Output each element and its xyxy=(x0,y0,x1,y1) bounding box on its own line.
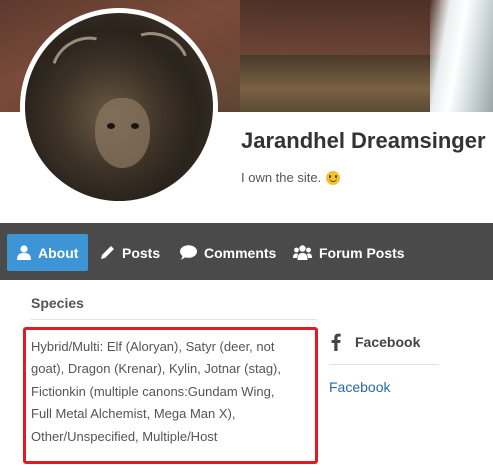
tab-posts-label: Posts xyxy=(122,244,161,261)
profile-nav: About Posts Comments Forum Posts xyxy=(0,223,493,280)
species-line: Hybrid/Multi: Elf (Aloryan), Satyr (deer… xyxy=(31,339,275,354)
profile-name: Jarandhel Dreamsinger xyxy=(241,128,486,153)
tab-about-label: About xyxy=(38,244,79,261)
species-title: Species xyxy=(31,295,84,311)
comment-icon xyxy=(180,245,197,260)
tab-forum-posts-label: Forum Posts xyxy=(319,244,405,261)
avatar[interactable] xyxy=(20,8,218,206)
tab-about[interactable]: About xyxy=(7,234,89,271)
tab-forum-posts[interactable]: Forum Posts xyxy=(283,234,415,271)
facebook-icon xyxy=(331,333,341,351)
species-line: Fictionkin (multiple canons:Gundam Wing, xyxy=(31,383,275,399)
user-icon xyxy=(17,245,31,260)
species-value: Hybrid/Multi: Elf (Aloryan), Satyr (deer… xyxy=(23,327,318,464)
pencil-icon xyxy=(101,246,114,259)
profile-bio: I own the site. xyxy=(241,170,341,185)
users-icon xyxy=(293,245,312,260)
facebook-link[interactable]: Facebook xyxy=(329,379,390,395)
smiley-icon xyxy=(326,170,341,185)
divider xyxy=(329,364,439,365)
species-line: Full Metal Alchemist, Mega Man X), xyxy=(31,406,236,422)
species-line: Other/Unspecified, Multiple/Host xyxy=(31,428,218,444)
bio-text: I own the site. xyxy=(241,170,322,185)
facebook-title-label: Facebook xyxy=(355,334,421,350)
divider xyxy=(31,319,317,320)
tab-comments-label: Comments xyxy=(204,244,277,261)
tab-posts[interactable]: Posts xyxy=(90,234,170,271)
tab-comments[interactable]: Comments xyxy=(170,234,286,271)
facebook-widget-title: Facebook xyxy=(331,333,420,351)
species-line: goat), Dragon (Krenar), Kylin, Jotnar (s… xyxy=(31,361,281,377)
